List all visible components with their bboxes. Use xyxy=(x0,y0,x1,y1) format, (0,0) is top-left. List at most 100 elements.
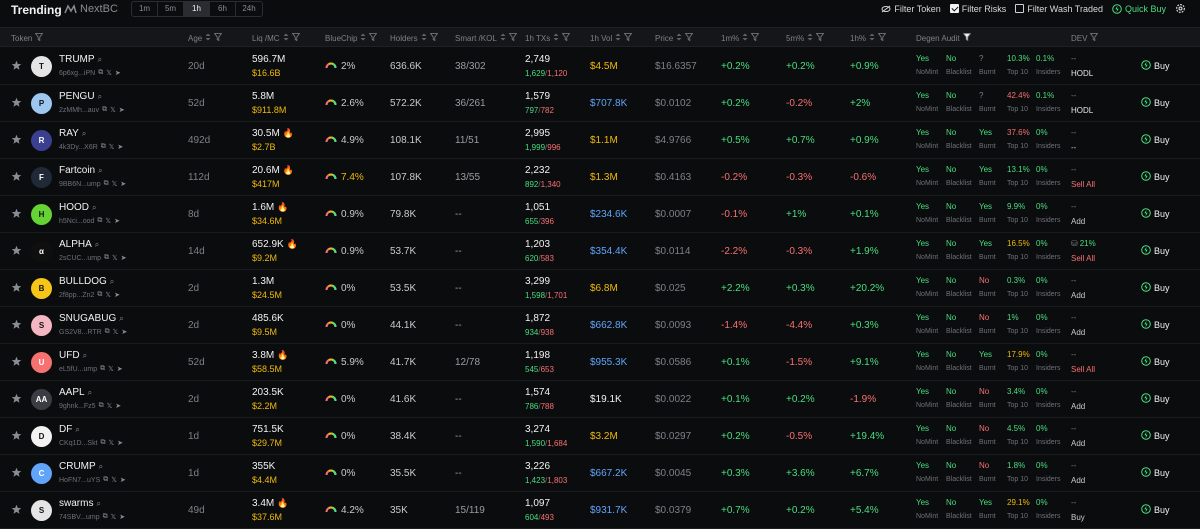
token-address[interactable]: eL5fU...ump ⧉ 𝕏 ➤ xyxy=(59,365,123,373)
buy-button[interactable]: Buy xyxy=(1141,171,1170,183)
table-row[interactable]: C CRUMP ⌕ HoFN7...uYS ⧉ 𝕏 ➤ 1d 355K $4.4M 0% 35.5K -… xyxy=(0,455,1200,492)
sort-icon[interactable] xyxy=(869,33,875,43)
buy-button[interactable]: Buy xyxy=(1141,393,1170,405)
table-row[interactable]: T TRUMP ⌕ 6p6xg...iPN ⧉ 𝕏 ➤ 20d 596.7M $16.6B 2% 63… xyxy=(0,48,1200,85)
search-icon[interactable]: ⌕ xyxy=(92,203,96,213)
x-social-icon[interactable]: 𝕏 xyxy=(105,217,111,225)
x-social-icon[interactable]: 𝕏 xyxy=(108,365,114,373)
token-address[interactable]: 4k3Dy...X6R ⧉ 𝕏 ➤ xyxy=(59,143,123,151)
x-social-icon[interactable]: 𝕏 xyxy=(106,69,112,77)
filter-funnel-icon[interactable] xyxy=(429,33,438,43)
buy-button[interactable]: Buy xyxy=(1141,97,1170,109)
token-address[interactable]: 74SBV...ump ⧉ 𝕏 ➤ xyxy=(59,513,125,521)
table-row[interactable]: H HOOD ⌕ h5Nci...ood ⧉ 𝕏 ➤ 8d 1.6M 🔥 $34.6M 0.9% 79.… xyxy=(0,196,1200,233)
filter-token-button[interactable]: Filter Token xyxy=(881,4,941,14)
timeframe-tab-1m[interactable]: 1m xyxy=(132,2,158,16)
token-address[interactable]: 2zMMh...auv ⧉ 𝕏 ➤ xyxy=(59,106,125,114)
column-header-age[interactable]: Age xyxy=(188,33,223,43)
copy-icon[interactable]: ⧉ xyxy=(98,69,103,77)
token-address[interactable]: 9ghnk...Fz5 ⧉ 𝕏 ➤ xyxy=(59,402,121,410)
filter-risks-checkbox[interactable]: Filter Risks xyxy=(949,4,1006,14)
filter-funnel-icon[interactable] xyxy=(1090,33,1099,43)
buy-button[interactable]: Buy xyxy=(1141,245,1170,257)
sort-icon[interactable] xyxy=(553,33,559,43)
sort-icon[interactable] xyxy=(360,33,366,43)
copy-icon[interactable]: ⧉ xyxy=(105,328,110,336)
column-header-5m-[interactable]: 5m% xyxy=(786,33,825,43)
copy-icon[interactable]: ⧉ xyxy=(97,291,102,299)
filter-funnel-icon[interactable] xyxy=(623,33,633,43)
filter-funnel-icon[interactable] xyxy=(561,33,571,43)
favorite-star-icon[interactable] xyxy=(11,319,22,330)
search-icon[interactable]: ⌕ xyxy=(98,55,102,65)
copy-icon[interactable]: ⧉ xyxy=(101,439,106,447)
search-icon[interactable]: ⌕ xyxy=(95,240,99,250)
buy-button[interactable]: Buy xyxy=(1141,282,1170,294)
x-social-icon[interactable]: 𝕏 xyxy=(107,402,113,410)
search-icon[interactable]: ⌕ xyxy=(119,314,123,324)
copy-icon[interactable]: ⧉ xyxy=(103,513,108,521)
column-header-token[interactable]: Token xyxy=(11,33,44,43)
token-address[interactable]: h5Nci...ood ⧉ 𝕏 ➤ xyxy=(59,217,120,225)
search-icon[interactable]: ⌕ xyxy=(99,462,103,472)
buy-button[interactable]: Buy xyxy=(1141,208,1170,220)
search-icon[interactable]: ⌕ xyxy=(98,166,102,176)
table-row[interactable]: P PENGU ⌕ 2zMMh...auv ⧉ 𝕏 ➤ 52d 5.8M $911.8M 2.6% 5… xyxy=(0,85,1200,122)
filter-funnel-icon[interactable] xyxy=(369,33,378,43)
x-social-icon[interactable]: 𝕏 xyxy=(111,513,117,521)
timeframe-tab-5m[interactable]: 5m xyxy=(158,2,184,16)
timeframe-tab-6h[interactable]: 6h xyxy=(210,2,236,16)
telegram-icon[interactable]: ➤ xyxy=(115,69,121,77)
telegram-icon[interactable]: ➤ xyxy=(119,106,125,114)
favorite-star-icon[interactable] xyxy=(11,467,22,478)
telegram-icon[interactable]: ➤ xyxy=(120,476,126,484)
token-symbol[interactable]: TRUMP ⌕ xyxy=(59,54,102,65)
token-symbol[interactable]: UFD ⌕ xyxy=(59,350,87,361)
filter-wash-traded-checkbox[interactable]: Filter Wash Traded xyxy=(1015,4,1103,14)
column-header-1h-vol[interactable]: 1h Vol xyxy=(590,33,633,43)
column-header-holders[interactable]: Holders xyxy=(390,33,438,43)
buy-button[interactable]: Buy xyxy=(1141,319,1170,331)
column-header-1h-[interactable]: 1h% xyxy=(850,33,887,43)
quick-buy-button[interactable]: Quick Buy xyxy=(1112,4,1166,14)
table-row[interactable]: Sswarms ⌕ 74SBV...ump ⧉ 𝕏 ➤ 49d 3.4M 🔥 $37.6M 4.2%… xyxy=(0,492,1200,529)
column-header-smart-kol[interactable]: Smart /KOL xyxy=(455,33,518,43)
table-row[interactable]: U UFD ⌕ eL5fU...ump ⧉ 𝕏 ➤ 52d 3.8M 🔥 $58.5M 5.9% 41.… xyxy=(0,344,1200,381)
sort-icon[interactable] xyxy=(676,33,682,43)
token-symbol[interactable]: swarms ⌕ xyxy=(59,498,101,509)
x-social-icon[interactable]: 𝕏 xyxy=(105,291,111,299)
favorite-star-icon[interactable] xyxy=(11,208,22,219)
token-symbol[interactable]: CRUMP ⌕ xyxy=(59,461,103,472)
buy-button[interactable]: Buy xyxy=(1141,134,1170,146)
buy-button[interactable]: Buy xyxy=(1141,504,1170,516)
table-row[interactable]: S SNUGABUG ⌕ GS2V8...RTR ⧉ 𝕏 ➤ 2d 485.6K $9.5M 0% 4… xyxy=(0,307,1200,344)
telegram-icon[interactable]: ➤ xyxy=(119,513,125,521)
favorite-star-icon[interactable] xyxy=(11,60,22,71)
sort-icon[interactable] xyxy=(283,33,289,43)
x-social-icon[interactable]: 𝕏 xyxy=(111,476,117,484)
buy-button[interactable]: Buy xyxy=(1141,60,1170,72)
table-row[interactable]: AA AAPL ⌕ 9ghnk...Fz5 ⧉ 𝕏 ➤ 2d 203.5K $2.2M 0% 41.6… xyxy=(0,381,1200,418)
search-icon[interactable]: ⌕ xyxy=(96,499,100,509)
filter-funnel-icon[interactable] xyxy=(35,33,44,43)
search-icon[interactable]: ⌕ xyxy=(88,388,92,398)
copy-icon[interactable]: ⧉ xyxy=(104,254,109,262)
telegram-icon[interactable]: ➤ xyxy=(120,180,126,188)
buy-button[interactable]: Buy xyxy=(1141,467,1170,479)
filter-funnel-icon[interactable] xyxy=(750,33,760,43)
copy-icon[interactable]: ⧉ xyxy=(101,143,106,151)
filter-funnel-icon[interactable] xyxy=(508,33,518,43)
sort-icon[interactable] xyxy=(421,33,427,43)
telegram-icon[interactable]: ➤ xyxy=(117,439,123,447)
telegram-icon[interactable]: ➤ xyxy=(115,402,121,410)
token-address[interactable]: 2sCUC...ump ⧉ 𝕏 ➤ xyxy=(59,254,127,262)
favorite-star-icon[interactable] xyxy=(11,134,22,145)
timeframe-tab-1h[interactable]: 1h xyxy=(184,2,210,16)
column-header-1m-[interactable]: 1m% xyxy=(721,33,760,43)
favorite-star-icon[interactable] xyxy=(11,171,22,182)
token-address[interactable]: HoFN7...uYS ⧉ 𝕏 ➤ xyxy=(59,476,126,484)
copy-icon[interactable]: ⧉ xyxy=(97,217,102,225)
brand-link[interactable]: NextBC xyxy=(64,3,118,15)
token-address[interactable]: CKq1D...Skt ⧉ 𝕏 ➤ xyxy=(59,439,123,447)
buy-button[interactable]: Buy xyxy=(1141,430,1170,442)
